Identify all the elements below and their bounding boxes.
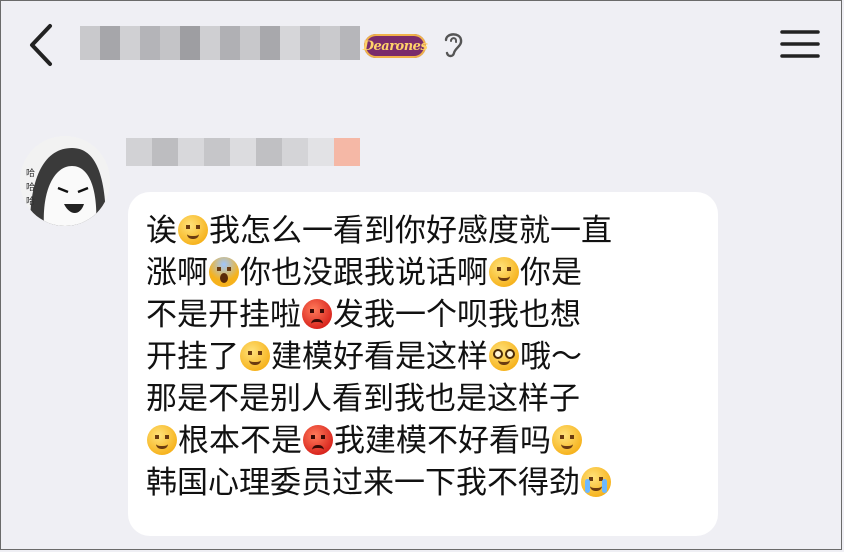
pleading-face-icon bbox=[147, 425, 177, 455]
message-text-segment: 我建模不好看吗 bbox=[334, 423, 551, 459]
chevron-left-icon[interactable] bbox=[24, 20, 60, 70]
confounded-face-icon bbox=[552, 425, 582, 455]
message-line: 涨啊 你也没跟我说话啊 你是 bbox=[146, 252, 706, 294]
ear-icon[interactable] bbox=[440, 28, 466, 60]
screaming-face-icon bbox=[209, 257, 239, 287]
message-line: 那是不是别人看到我也是这样子 bbox=[146, 378, 706, 420]
message-line: 根本不是 我建模不好看吗 bbox=[146, 420, 706, 462]
manga-girl-avatar-icon: 哈 哈 哈 bbox=[20, 136, 110, 226]
contact-name-blurred bbox=[80, 26, 360, 60]
chat-header: Dearones bbox=[0, 0, 844, 90]
loudly-crying-face-icon bbox=[581, 467, 611, 497]
sender-avatar[interactable]: 哈 哈 哈 bbox=[20, 136, 110, 226]
message-text-segment: 哦～ bbox=[520, 339, 582, 375]
message-text-segment: 诶 bbox=[146, 213, 177, 249]
message-line: 开挂了 建模好看是这样 哦～ bbox=[146, 336, 706, 378]
message-text-segment: 根本不是 bbox=[178, 423, 302, 459]
message-text-segment: 涨啊 bbox=[146, 255, 208, 291]
message-text-segment: 那是不是别人看到我也是这样子 bbox=[146, 381, 580, 417]
message-text-segment: 你也没跟我说话啊 bbox=[240, 255, 488, 291]
cursing-face-icon bbox=[302, 299, 332, 329]
nerd-face-icon bbox=[489, 341, 519, 371]
thinking-face-icon bbox=[178, 215, 208, 245]
message-text-segment: 我怎么一看到你好感度就一直 bbox=[209, 213, 612, 249]
dearones-badge[interactable]: Dearones bbox=[363, 34, 428, 58]
message-line: 不是开挂啦 发我一个呗我也想 bbox=[146, 294, 706, 336]
message-text-segment: 建模好看是这样 bbox=[271, 339, 488, 375]
message-text-segment: 你是 bbox=[520, 255, 582, 291]
message-line: 韩国心理委员过来一下我不得劲 bbox=[146, 462, 706, 504]
message-text-segment: 开挂了 bbox=[146, 339, 239, 375]
message-text-segment: 韩国心理委员过来一下我不得劲 bbox=[146, 465, 580, 501]
svg-text:哈: 哈 bbox=[26, 167, 35, 179]
angry-face-icon bbox=[303, 425, 333, 455]
yum-face-icon bbox=[240, 341, 270, 371]
hamburger-menu-icon[interactable] bbox=[780, 28, 820, 60]
message-line: 诶我怎么一看到你好感度就一直 bbox=[146, 210, 706, 252]
message-text-segment: 不是开挂啦 bbox=[146, 297, 301, 333]
svg-text:哈: 哈 bbox=[26, 181, 35, 193]
message-text: 诶我怎么一看到你好感度就一直 涨啊 你也没跟我说话啊 你是 不是开挂啦 发我一个呗我也想开… bbox=[146, 210, 706, 504]
message-text-segment: 发我一个呗我也想 bbox=[333, 297, 581, 333]
sender-name-blurred bbox=[126, 138, 360, 166]
weary-face-icon bbox=[489, 257, 519, 287]
svg-text:哈: 哈 bbox=[26, 195, 35, 207]
